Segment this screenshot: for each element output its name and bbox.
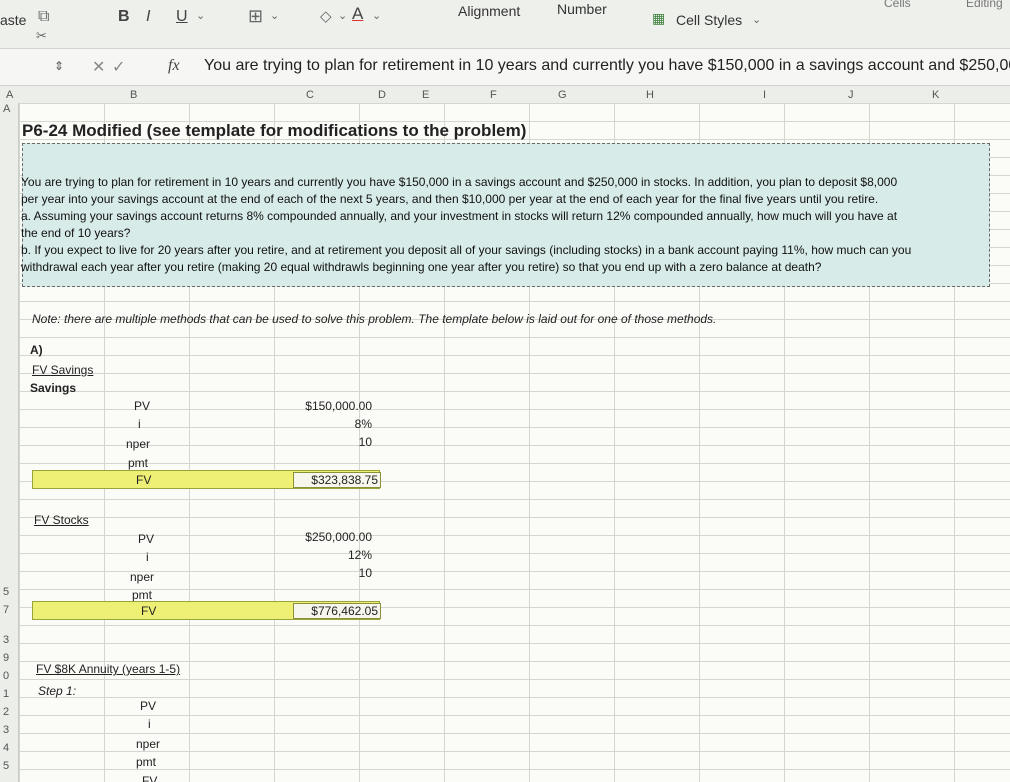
stocks-fv-value[interactable]: $776,462.05	[293, 603, 381, 619]
column-header[interactable]: C	[306, 89, 314, 101]
formula-bar: ⇕ ✕ ✓ fx You are trying to plan for reti…	[0, 49, 1010, 86]
fv-savings-label: FV Savings	[32, 363, 94, 377]
column-header[interactable]: G	[558, 89, 567, 101]
sheet-title: P6-24 Modified (see template for modific…	[22, 121, 527, 140]
stocks-i-label: i	[146, 550, 149, 564]
cell-styles-button[interactable]: Cell Styles	[676, 12, 742, 28]
paste-button[interactable]: aste	[0, 12, 26, 28]
editing-group[interactable]: Editing	[966, 0, 1003, 10]
row-header[interactable]: 3	[3, 724, 9, 736]
format-painter-icon[interactable]: ✂	[36, 28, 47, 44]
column-header[interactable]: D	[378, 89, 386, 101]
savings-label: Savings	[30, 381, 77, 395]
stocks-block: PV i nper pmt $250,000.00 12% 10	[32, 528, 380, 612]
bold-button[interactable]: B	[118, 8, 130, 26]
annuity-pv-label: PV	[140, 699, 157, 713]
stocks-fv-label: FV	[141, 604, 157, 618]
fx-icon[interactable]: fx	[168, 57, 180, 75]
annuity-label: FV $8K Annuity (years 1-5)	[36, 662, 181, 676]
annuity-fv-label: FV	[142, 774, 158, 782]
formula-content[interactable]: You are trying to plan for retirement in…	[204, 57, 1010, 75]
column-header[interactable]: I	[763, 89, 766, 101]
annuity-pmt-label: pmt	[136, 755, 157, 769]
savings-i-value[interactable]: 8%	[282, 417, 372, 431]
row-header[interactable]: 5	[3, 586, 9, 598]
annuity-block: PV i nper pmt FV	[32, 695, 380, 782]
textbox-line: b. If you expect to live for 20 years af…	[21, 243, 912, 257]
column-header[interactable]: K	[932, 89, 939, 101]
row-header[interactable]: 9	[3, 652, 9, 664]
row-header[interactable]: 4	[3, 742, 9, 754]
part-a-label: A)	[30, 343, 43, 357]
row-header[interactable]: 0	[3, 670, 9, 682]
row-header[interactable]: 2	[3, 706, 9, 718]
column-headers: A B C D E F G H I J K	[0, 86, 1010, 104]
stocks-fv-row[interactable]: FV $776,462.05	[32, 601, 381, 620]
chevron-down-icon[interactable]: ⌄	[270, 9, 279, 22]
copy-icon[interactable]: ⧉	[38, 8, 49, 26]
row-header[interactable]: 3	[3, 634, 9, 646]
textbox-line: the end of 10 years?	[21, 226, 131, 240]
stocks-i-value[interactable]: 12%	[282, 548, 372, 562]
fill-color-icon[interactable]: ◇	[320, 7, 332, 25]
savings-pmt-label: pmt	[128, 456, 149, 470]
chevron-down-icon[interactable]: ⌄	[752, 13, 761, 26]
annuity-nper-label: nper	[136, 737, 161, 751]
textbox-line: withdrawal each year after you retire (m…	[21, 260, 822, 274]
savings-fv-row[interactable]: FV $323,838.75	[32, 470, 381, 489]
row-header[interactable]: 5	[3, 760, 9, 772]
italic-button[interactable]: I	[146, 8, 150, 26]
column-header[interactable]: F	[490, 89, 497, 101]
column-header[interactable]: A	[6, 89, 13, 101]
textbox-line: You are trying to plan for retirement in…	[21, 175, 898, 189]
cancel-icon[interactable]: ✕	[92, 57, 105, 77]
savings-pv-label: PV	[134, 399, 151, 413]
savings-block: PV i nper pmt $150,000.00 8% 10	[32, 395, 380, 479]
number-group[interactable]: Number	[557, 1, 607, 17]
savings-pv-value[interactable]: $150,000.00	[282, 399, 372, 413]
chevron-down-icon[interactable]: ⌄	[372, 9, 381, 22]
underline-button[interactable]: U	[176, 8, 188, 26]
chevron-down-icon[interactable]: ⌄	[338, 9, 347, 22]
cell-styles-icon: ▦	[652, 10, 666, 26]
row-header[interactable]: 7	[3, 604, 9, 616]
column-header[interactable]: E	[422, 89, 429, 101]
row-header[interactable]: 1	[3, 688, 9, 700]
cells-group[interactable]: Cells	[884, 0, 911, 10]
problem-textbox[interactable]: You are trying to plan for retirement in…	[21, 143, 990, 287]
stocks-nper-label: nper	[130, 570, 155, 584]
textbox-line: per year into your savings account at th…	[21, 192, 879, 206]
stocks-pmt-label: pmt	[132, 588, 153, 602]
alignment-group[interactable]: Alignment	[458, 3, 520, 19]
row-headers: A 5 7 3 9 0 1 2 3 4 5	[0, 103, 19, 782]
stocks-pv-label: PV	[138, 532, 155, 546]
note-text: Note: there are multiple methods that ca…	[32, 312, 717, 326]
textbox-line: a. Assuming your savings account returns…	[21, 209, 898, 223]
savings-nper-label: nper	[126, 437, 151, 451]
chevron-down-icon[interactable]: ⌄	[196, 9, 205, 22]
row-header[interactable]: A	[3, 103, 10, 115]
name-box-stepper-icon[interactable]: ⇕	[54, 59, 64, 73]
savings-fv-value[interactable]: $323,838.75	[293, 472, 381, 488]
stocks-nper-value[interactable]: 10	[282, 566, 372, 580]
column-header[interactable]: H	[646, 89, 654, 101]
borders-icon[interactable]: ⊞	[248, 6, 263, 27]
annuity-i-label: i	[148, 717, 151, 731]
confirm-icon[interactable]: ✓	[112, 57, 125, 77]
savings-fv-label: FV	[136, 473, 152, 487]
savings-i-label: i	[138, 417, 141, 431]
column-header[interactable]: J	[848, 89, 854, 101]
font-color-icon[interactable]: A	[352, 4, 363, 24]
column-header[interactable]: B	[130, 89, 137, 101]
fv-stocks-label: FV Stocks	[34, 513, 89, 527]
ribbon: aste ⧉ ✂ B I U ⌄ ⊞ ⌄ ◇ ⌄ A ⌄ Alignment N…	[0, 0, 1010, 49]
savings-nper-value[interactable]: 10	[282, 435, 372, 449]
stocks-pv-value[interactable]: $250,000.00	[282, 530, 372, 544]
